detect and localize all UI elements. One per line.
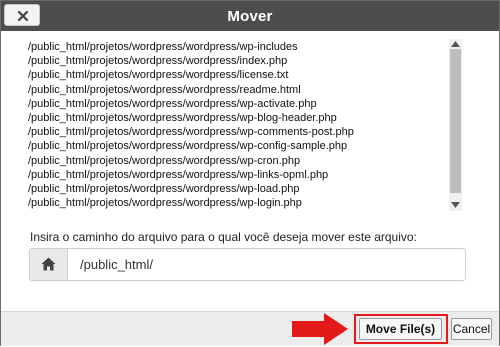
- move-files-button[interactable]: Move File(s): [359, 318, 442, 340]
- home-addon: [30, 249, 68, 280]
- file-list-item[interactable]: /public_html/projetos/wordpress/wordpres…: [28, 196, 354, 210]
- move-dialog: Mover /public_html/projetos/wordpress/wo…: [0, 0, 500, 346]
- scrollbar-thumb[interactable]: [450, 49, 461, 193]
- scroll-up-icon[interactable]: [451, 41, 460, 47]
- scroll-down-icon[interactable]: [451, 202, 460, 208]
- file-list-item[interactable]: /public_html/projetos/wordpress/wordpres…: [28, 54, 354, 68]
- file-list-items: /public_html/projetos/wordpress/wordpres…: [28, 40, 354, 211]
- file-list-item[interactable]: /public_html/projetos/wordpress/wordpres…: [28, 111, 354, 125]
- red-arrow-annotation: [292, 313, 348, 345]
- file-list[interactable]: /public_html/projetos/wordpress/wordpres…: [21, 39, 469, 211]
- file-list-item[interactable]: /public_html/projetos/wordpress/wordpres…: [28, 210, 354, 211]
- file-list-item[interactable]: /public_html/projetos/wordpress/wordpres…: [28, 125, 354, 139]
- file-list-item[interactable]: /public_html/projetos/wordpress/wordpres…: [28, 40, 354, 54]
- file-list-item[interactable]: /public_html/projetos/wordpress/wordpres…: [28, 139, 354, 153]
- cancel-button[interactable]: Cancel: [451, 318, 492, 340]
- destination-prompt: Insira o caminho do arquivo para o qual …: [30, 230, 417, 244]
- file-list-item[interactable]: /public_html/projetos/wordpress/wordpres…: [28, 83, 354, 97]
- home-icon: [41, 257, 56, 271]
- file-list-scrollbar[interactable]: [449, 39, 462, 211]
- file-list-item[interactable]: /public_html/projetos/wordpress/wordpres…: [28, 168, 354, 182]
- file-list-item[interactable]: /public_html/projetos/wordpress/wordpres…: [28, 182, 354, 196]
- dialog-titlebar: Mover: [1, 1, 499, 31]
- file-list-item[interactable]: /public_html/projetos/wordpress/wordpres…: [28, 97, 354, 111]
- destination-path-group: [29, 248, 466, 281]
- file-list-item[interactable]: /public_html/projetos/wordpress/wordpres…: [28, 154, 354, 168]
- dialog-title: Mover: [227, 8, 273, 25]
- destination-path-input[interactable]: [75, 250, 460, 279]
- file-list-item[interactable]: /public_html/projetos/wordpress/wordpres…: [28, 68, 354, 82]
